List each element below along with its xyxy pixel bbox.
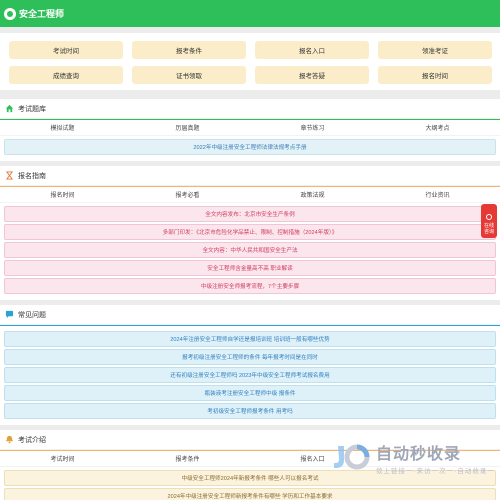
chat-bubble-icon <box>5 310 14 319</box>
watermark-sub: 敛上链接一·来访一次一·自动收录一 <box>376 467 495 475</box>
tab-row: 报名时间 报考必看 政策法规 行业资讯 <box>0 187 500 203</box>
list-item[interactable]: 全文内容：中华人民共和国安全生产法 <box>4 242 496 258</box>
tab-register-time[interactable]: 报名时间 <box>0 190 125 199</box>
article-list: 2024年注册安全工程师自学还是报培训班 培训班一般有哪些优势 报考初级注册安全… <box>0 326 500 425</box>
list-item[interactable]: 安全工程师含金量高不高 职业解读 <box>4 260 496 276</box>
list-item[interactable]: 还有初级注册安全工程师吗 2023年中级安全工程师考试报名费用 <box>4 367 496 383</box>
quick-links-panel: 考试时间 报考条件 报名入口 领准考证 成绩查询 证书领取 报考答疑 报名时间 <box>0 33 500 90</box>
section-header: 常见问题 <box>0 305 500 325</box>
watermark: 自动秒收录 敛上链接一·来访一次一·自动收录一 <box>332 437 497 477</box>
article-list: 全文内容发布：北京市安全生产条例 多部门印发：《北京市危险化学品禁止、限制、控制… <box>0 203 500 300</box>
section-header: 考试题库 <box>0 99 500 119</box>
watermark-text: 自动秒收录 敛上链接一·来访一次一·自动收录一 <box>376 440 495 475</box>
list-item[interactable]: 2022年中级注册安全工程师法律法规考点手册 <box>4 139 496 155</box>
quick-link-exam-time[interactable]: 考试时间 <box>9 41 123 59</box>
tab-exam-time[interactable]: 考试时间 <box>0 454 125 463</box>
hourglass-icon <box>5 171 14 180</box>
quick-link-faq[interactable]: 报考答疑 <box>255 66 369 84</box>
article-list: 2022年中级注册安全工程师法律法规考点手册 <box>0 136 500 161</box>
section-title: 考试题库 <box>18 105 46 113</box>
list-item[interactable]: 全文内容发布：北京市安全生产条例 <box>4 206 496 222</box>
bell-icon <box>5 435 14 444</box>
home-icon <box>5 104 14 113</box>
list-item[interactable]: 报考初级注册安全工程师的条件 每年报考时间是在同时 <box>4 349 496 365</box>
tab-mock[interactable]: 模拟试题 <box>0 123 125 132</box>
site-header: 安全工程师 <box>0 0 500 27</box>
quick-link-requirements[interactable]: 报考条件 <box>132 41 246 59</box>
tab-industry-news[interactable]: 行业资讯 <box>375 190 500 199</box>
quick-link-register-time[interactable]: 报名时间 <box>378 66 492 84</box>
online-consult-label: 在线咨询 <box>484 223 495 235</box>
online-consult-button[interactable]: 在线咨询 <box>481 204 497 238</box>
tab-row: 模拟试题 历届真题 章节练习 大纲考点 <box>0 120 500 136</box>
guide-section: 报名指南 报名时间 报考必看 政策法规 行业资讯 全文内容发布：北京市安全生产条… <box>0 166 500 300</box>
section-title: 考试介绍 <box>18 436 46 444</box>
watermark-main: 自动秒收录 <box>376 445 462 463</box>
section-title: 报名指南 <box>18 172 46 180</box>
quick-link-score[interactable]: 成绩查询 <box>9 66 123 84</box>
watermark-logo-icon <box>332 444 372 470</box>
list-item[interactable]: 2024年注册安全工程师自学还是报培训班 培训班一般有哪些优势 <box>4 331 496 347</box>
tab-must-read[interactable]: 报考必看 <box>125 190 250 199</box>
list-item[interactable]: 考初级安全工程师报考条件 用考吗 <box>4 403 496 419</box>
faq-section: 常见问题 2024年注册安全工程师自学还是报培训班 培训班一般有哪些优势 报考初… <box>0 305 500 425</box>
list-item[interactable]: 2024年中级注册安全工程师新报考条件有哪些 学历和工作基本要求 <box>4 488 496 500</box>
site-title[interactable]: 安全工程师 <box>19 7 64 20</box>
list-item[interactable]: 中级注册安全师报考流程，7个主要步骤 <box>4 278 496 294</box>
quick-link-certificate[interactable]: 证书领取 <box>132 66 246 84</box>
list-item[interactable]: 瓶装液考注册安全工程师中级 报条件 <box>4 385 496 401</box>
section-title: 常见问题 <box>18 311 46 319</box>
section-header: 报名指南 <box>0 166 500 186</box>
tab-past-papers[interactable]: 历届真题 <box>125 123 250 132</box>
quick-link-register[interactable]: 报名入口 <box>255 41 369 59</box>
logo-icon <box>4 7 16 20</box>
quick-link-admission-ticket[interactable]: 领准考证 <box>378 41 492 59</box>
list-item[interactable]: 多部门印发：《北京市危险化学品禁止、限制、控制措施（2024年版）》 <box>4 224 496 240</box>
tab-chapter[interactable]: 章节练习 <box>250 123 375 132</box>
tab-outline[interactable]: 大纲考点 <box>375 123 500 132</box>
exam-bank-section: 考试题库 模拟试题 历届真题 章节练习 大纲考点 2022年中级注册安全工程师法… <box>0 99 500 161</box>
tab-requirements[interactable]: 报考条件 <box>125 454 250 463</box>
chat-icon <box>486 214 492 220</box>
tab-policy[interactable]: 政策法规 <box>250 190 375 199</box>
